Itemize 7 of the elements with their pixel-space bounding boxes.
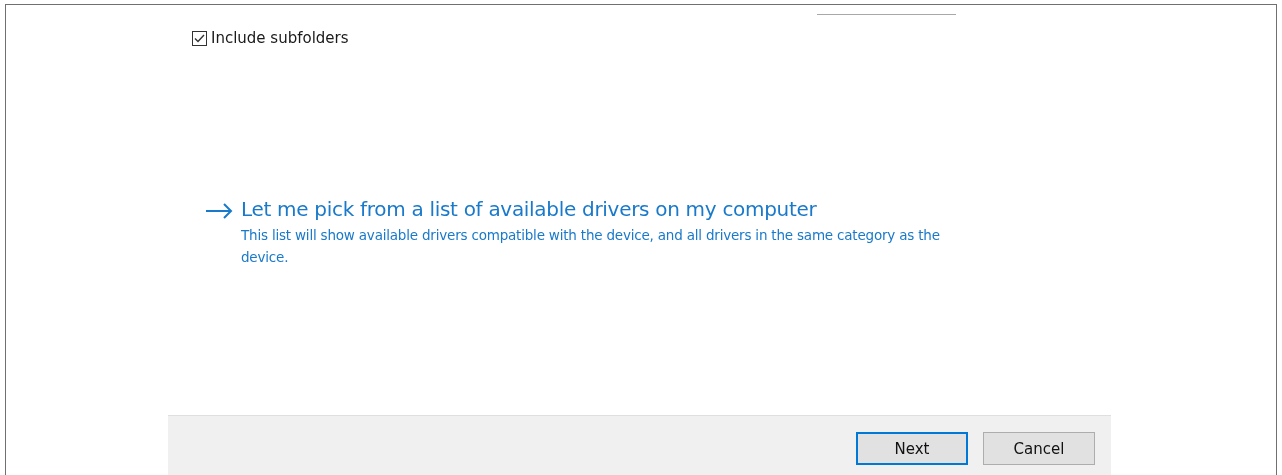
arrow-icon [205, 203, 233, 219]
cancel-button[interactable]: Cancel [983, 432, 1095, 465]
next-button[interactable]: Next [856, 432, 968, 465]
checkbox[interactable] [192, 30, 207, 46]
checkbox-label: Include subfolders [211, 29, 349, 47]
option-description: This list will show available drivers compatible with the device, and all drivers in the same category as the device. [241, 226, 941, 267]
option-link[interactable]: Let me pick from a list of available drivers on my computer [241, 197, 941, 221]
